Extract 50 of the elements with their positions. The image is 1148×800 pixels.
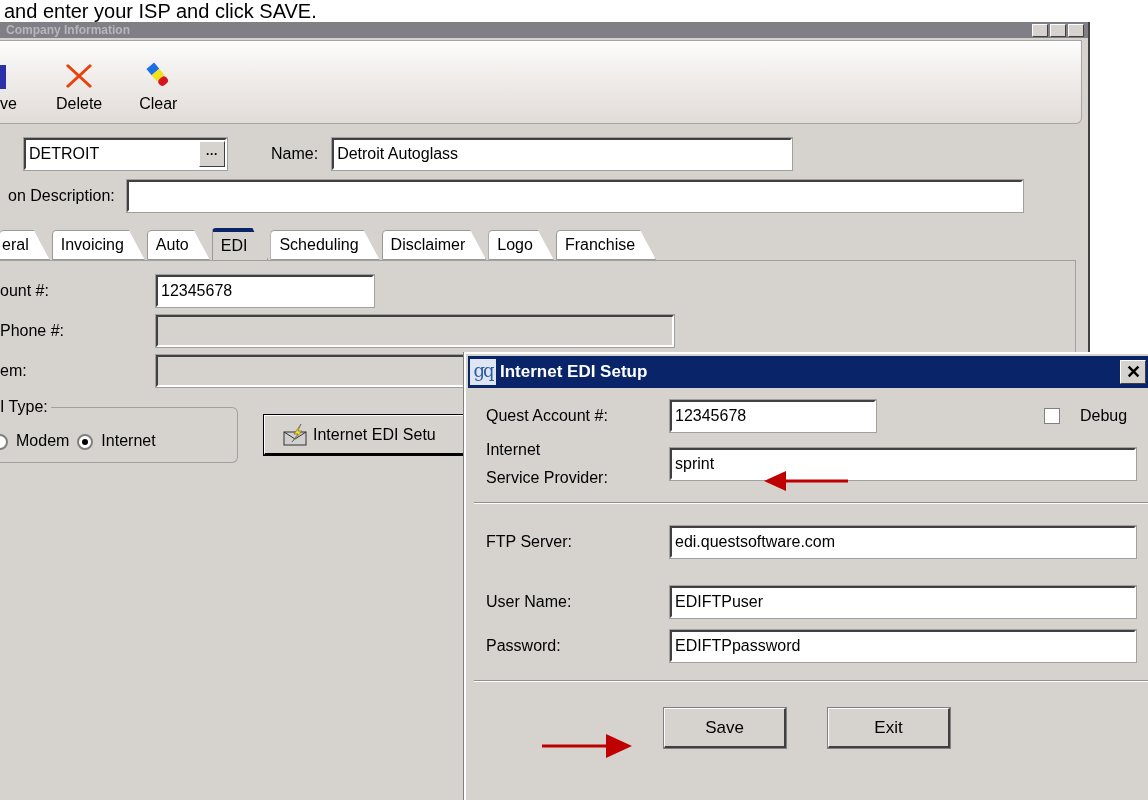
- tab[interactable]: Logo: [488, 230, 554, 260]
- window-title: Company Information: [6, 24, 130, 36]
- dialog-button[interactable]: Save: [664, 708, 786, 748]
- input-field[interactable]: 12345678: [156, 275, 374, 307]
- tab[interactable]: Franchise: [555, 230, 657, 260]
- toolbar-button[interactable]: Delete: [56, 63, 103, 113]
- dialog-title: Internet EDI Setup: [500, 362, 648, 382]
- field-label: Name:: [271, 145, 319, 163]
- close-button[interactable]: ✕: [1120, 360, 1146, 384]
- input-field[interactable]: EDIFTPuser: [670, 586, 1136, 618]
- close-button[interactable]: [1068, 23, 1084, 37]
- description-field[interactable]: [126, 180, 1023, 212]
- maximize-button[interactable]: [1050, 23, 1066, 37]
- minimize-button[interactable]: [1032, 23, 1048, 37]
- tab[interactable]: eral: [0, 230, 50, 260]
- tab[interactable]: Disclaimer: [381, 230, 487, 260]
- tab[interactable]: Scheduling: [270, 230, 380, 260]
- toolbar-button[interactable]: Clear: [138, 61, 179, 113]
- radio-label: Internet: [101, 432, 156, 450]
- field-label: User Name:: [486, 592, 573, 612]
- tab[interactable]: Auto: [146, 230, 210, 260]
- input-field[interactable]: edi.questsoftware.com: [670, 526, 1136, 558]
- input-field[interactable]: sprint: [670, 448, 1136, 480]
- radio-label: Modem: [16, 432, 70, 450]
- field-label: Password:: [486, 636, 562, 656]
- group-label: I Type:: [0, 398, 51, 416]
- delete-icon: [65, 63, 94, 89]
- toolbar-button[interactable]: ve: [0, 65, 20, 113]
- dialog-button[interactable]: Exit: [828, 708, 950, 748]
- field-label: on Description:: [8, 187, 115, 205]
- tab[interactable]: Invoicing: [51, 230, 145, 260]
- app-logo: gq: [470, 359, 496, 385]
- checkbox-label: Debug: [1080, 407, 1128, 425]
- tab[interactable]: EDI: [211, 228, 269, 260]
- code-field[interactable]: DETROIT ···: [24, 138, 227, 170]
- field-label: Quest Account #:: [486, 406, 609, 426]
- instruction-text: and enter your ISP and click SAVE.: [3, 0, 318, 22]
- field-label: Internet Service Provider:: [486, 440, 609, 488]
- field-label: FTP Server:: [486, 532, 573, 552]
- field-label: Phone #:: [0, 322, 66, 340]
- field-label: ount #:: [0, 282, 50, 300]
- input-field[interactable]: 12345678: [670, 400, 876, 432]
- checkbox[interactable]: [1044, 408, 1060, 424]
- field-label: em:: [0, 362, 28, 380]
- browse-button[interactable]: ···: [199, 141, 225, 167]
- radio-button[interactable]: [77, 434, 94, 450]
- name-field[interactable]: Detroit Autoglass: [332, 138, 793, 170]
- setup-button[interactable]: Internet EDI Setu: [264, 415, 466, 455]
- envelope-lightning-icon: [283, 423, 307, 446]
- input-field[interactable]: EDIFTPpassword: [670, 630, 1136, 662]
